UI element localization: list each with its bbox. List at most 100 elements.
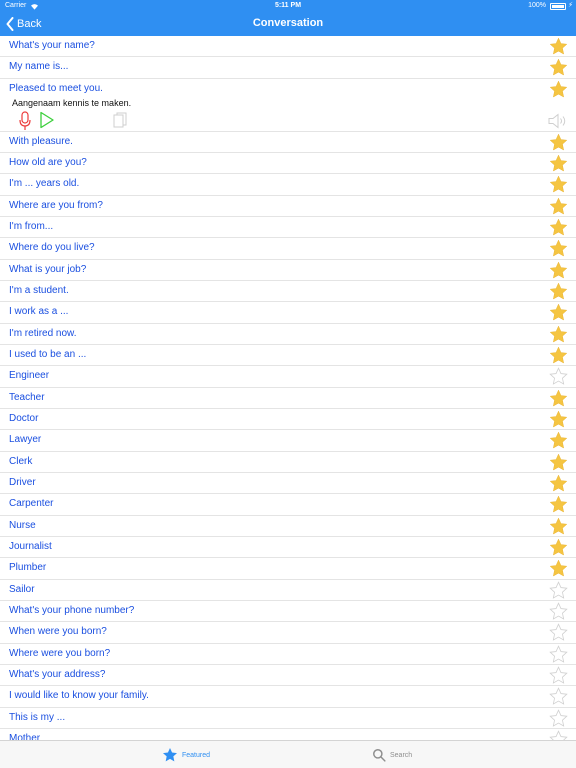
list-item[interactable]: Lawyer bbox=[0, 430, 576, 452]
phrase-text[interactable]: Mother bbox=[9, 733, 40, 740]
phrase-text[interactable]: Journalist bbox=[9, 541, 52, 552]
list-item[interactable]: Where do you live? bbox=[0, 238, 576, 260]
star-filled-icon[interactable] bbox=[549, 37, 568, 56]
phrase-text[interactable]: Clerk bbox=[9, 456, 32, 467]
list-item[interactable]: I would like to know your family. bbox=[0, 686, 576, 708]
list-item[interactable]: Where are you from? bbox=[0, 196, 576, 217]
star-filled-icon[interactable] bbox=[549, 282, 568, 301]
list-item[interactable]: What's your phone number? bbox=[0, 601, 576, 623]
list-item[interactable]: With pleasure. bbox=[0, 132, 576, 153]
list-item[interactable]: Clerk bbox=[0, 452, 576, 473]
phrase-text[interactable]: Teacher bbox=[9, 392, 45, 403]
phrase-text[interactable]: This is my ... bbox=[9, 712, 65, 723]
phrase-text[interactable]: I work as a ... bbox=[9, 306, 68, 317]
list-item[interactable]: Carpenter bbox=[0, 494, 576, 516]
star-outline-icon[interactable] bbox=[549, 687, 568, 706]
star-filled-icon[interactable] bbox=[549, 154, 568, 173]
phrase-text[interactable]: Where were you born? bbox=[9, 648, 110, 659]
tab-search[interactable]: Search bbox=[372, 746, 412, 764]
phrase-text[interactable]: How old are you? bbox=[9, 157, 87, 168]
phrase-text[interactable]: My name is... bbox=[9, 61, 68, 72]
list-item[interactable]: This is my ... bbox=[0, 708, 576, 729]
phrase-text[interactable]: What's your address? bbox=[9, 669, 105, 680]
copy-icon[interactable] bbox=[113, 112, 127, 129]
list-item[interactable]: Journalist bbox=[0, 537, 576, 559]
star-outline-icon[interactable] bbox=[549, 708, 568, 728]
phrase-text[interactable]: I would like to know your family. bbox=[9, 690, 149, 701]
star-outline-icon[interactable] bbox=[549, 730, 568, 740]
phrase-text[interactable]: Lawyer bbox=[9, 434, 41, 445]
star-filled-icon[interactable] bbox=[549, 218, 568, 237]
list-item[interactable]: Driver bbox=[0, 473, 576, 495]
phrase-text[interactable]: Driver bbox=[9, 477, 36, 488]
star-outline-icon[interactable] bbox=[549, 580, 568, 600]
list-item[interactable]: I used to be an ... bbox=[0, 345, 576, 367]
star-filled-icon[interactable] bbox=[549, 197, 568, 216]
phrase-text[interactable]: Carpenter bbox=[9, 498, 53, 509]
tab-featured[interactable]: Featured bbox=[162, 746, 210, 764]
star-filled-icon[interactable] bbox=[549, 495, 568, 514]
list-item-expanded[interactable]: Pleased to meet you. Aangenaam kennis te … bbox=[0, 79, 576, 132]
star-outline-icon[interactable] bbox=[549, 602, 568, 621]
list-item[interactable]: Where were you born? bbox=[0, 644, 576, 665]
phrase-text[interactable]: Doctor bbox=[9, 413, 38, 424]
star-filled-icon[interactable] bbox=[549, 133, 568, 152]
star-filled-icon[interactable] bbox=[549, 303, 568, 322]
star-outline-icon[interactable] bbox=[549, 666, 568, 685]
star-filled-icon[interactable] bbox=[549, 389, 568, 408]
list-item[interactable]: My name is... bbox=[0, 57, 576, 79]
star-outline-icon[interactable] bbox=[549, 644, 568, 664]
phrase-text[interactable]: I used to be an ... bbox=[9, 349, 86, 360]
list-item[interactable]: Teacher bbox=[0, 388, 576, 409]
list-item[interactable]: I'm ... years old. bbox=[0, 174, 576, 196]
list-item[interactable]: Doctor bbox=[0, 409, 576, 431]
phrase-text[interactable]: Where do you live? bbox=[9, 242, 95, 253]
phrase-text[interactable]: What's your phone number? bbox=[9, 605, 134, 616]
phrase-text[interactable]: Nurse bbox=[9, 520, 36, 531]
star-filled-icon[interactable] bbox=[549, 559, 568, 578]
list-item[interactable]: How old are you? bbox=[0, 153, 576, 175]
star-filled-icon[interactable] bbox=[549, 538, 568, 557]
phrase-text[interactable]: With pleasure. bbox=[9, 136, 73, 147]
list-item[interactable]: I work as a ... bbox=[0, 302, 576, 324]
star-filled-icon[interactable] bbox=[549, 474, 568, 493]
list-item[interactable]: Mother bbox=[0, 729, 576, 740]
phrase-text[interactable]: I'm from... bbox=[9, 221, 53, 232]
star-filled-icon[interactable] bbox=[549, 325, 568, 344]
star-filled-icon[interactable] bbox=[549, 410, 568, 429]
microphone-icon[interactable] bbox=[19, 111, 31, 131]
star-filled-icon[interactable] bbox=[549, 175, 568, 194]
phrase-text[interactable]: Pleased to meet you. bbox=[9, 83, 103, 94]
list-item[interactable]: Sailor bbox=[0, 580, 576, 601]
star-outline-icon[interactable] bbox=[549, 367, 568, 386]
phrase-list[interactable]: What's your name? My name is... Pleased to… bbox=[0, 36, 576, 740]
star-filled-icon[interactable] bbox=[549, 431, 568, 450]
phrase-text[interactable]: I'm ... years old. bbox=[9, 178, 79, 189]
phrase-text[interactable]: Engineer bbox=[9, 370, 49, 381]
phrase-text[interactable]: Plumber bbox=[9, 562, 46, 573]
phrase-text[interactable]: What is your job? bbox=[9, 264, 86, 275]
star-filled-icon[interactable] bbox=[549, 80, 568, 99]
list-item[interactable]: Engineer bbox=[0, 366, 576, 388]
phrase-text[interactable]: I'm retired now. bbox=[9, 328, 77, 339]
list-item[interactable]: What's your address? bbox=[0, 665, 576, 687]
speaker-icon[interactable] bbox=[548, 113, 568, 129]
star-filled-icon[interactable] bbox=[549, 517, 568, 536]
star-filled-icon[interactable] bbox=[549, 346, 568, 365]
list-item[interactable]: Nurse bbox=[0, 516, 576, 537]
list-item[interactable]: I'm retired now. bbox=[0, 324, 576, 345]
star-filled-icon[interactable] bbox=[549, 239, 568, 258]
list-item[interactable]: I'm a student. bbox=[0, 281, 576, 303]
star-filled-icon[interactable] bbox=[549, 453, 568, 472]
star-filled-icon[interactable] bbox=[549, 58, 568, 77]
list-item[interactable]: When were you born? bbox=[0, 622, 576, 644]
phrase-text[interactable]: Sailor bbox=[9, 584, 35, 595]
list-item[interactable]: What is your job? bbox=[0, 260, 576, 281]
phrase-text[interactable]: I'm a student. bbox=[9, 285, 69, 296]
star-outline-icon[interactable] bbox=[549, 623, 568, 642]
star-filled-icon[interactable] bbox=[549, 261, 568, 280]
phrase-text[interactable]: Where are you from? bbox=[9, 200, 103, 211]
phrase-text[interactable]: What's your name? bbox=[9, 40, 95, 51]
list-item[interactable]: What's your name? bbox=[0, 36, 576, 58]
play-icon[interactable] bbox=[39, 111, 55, 129]
